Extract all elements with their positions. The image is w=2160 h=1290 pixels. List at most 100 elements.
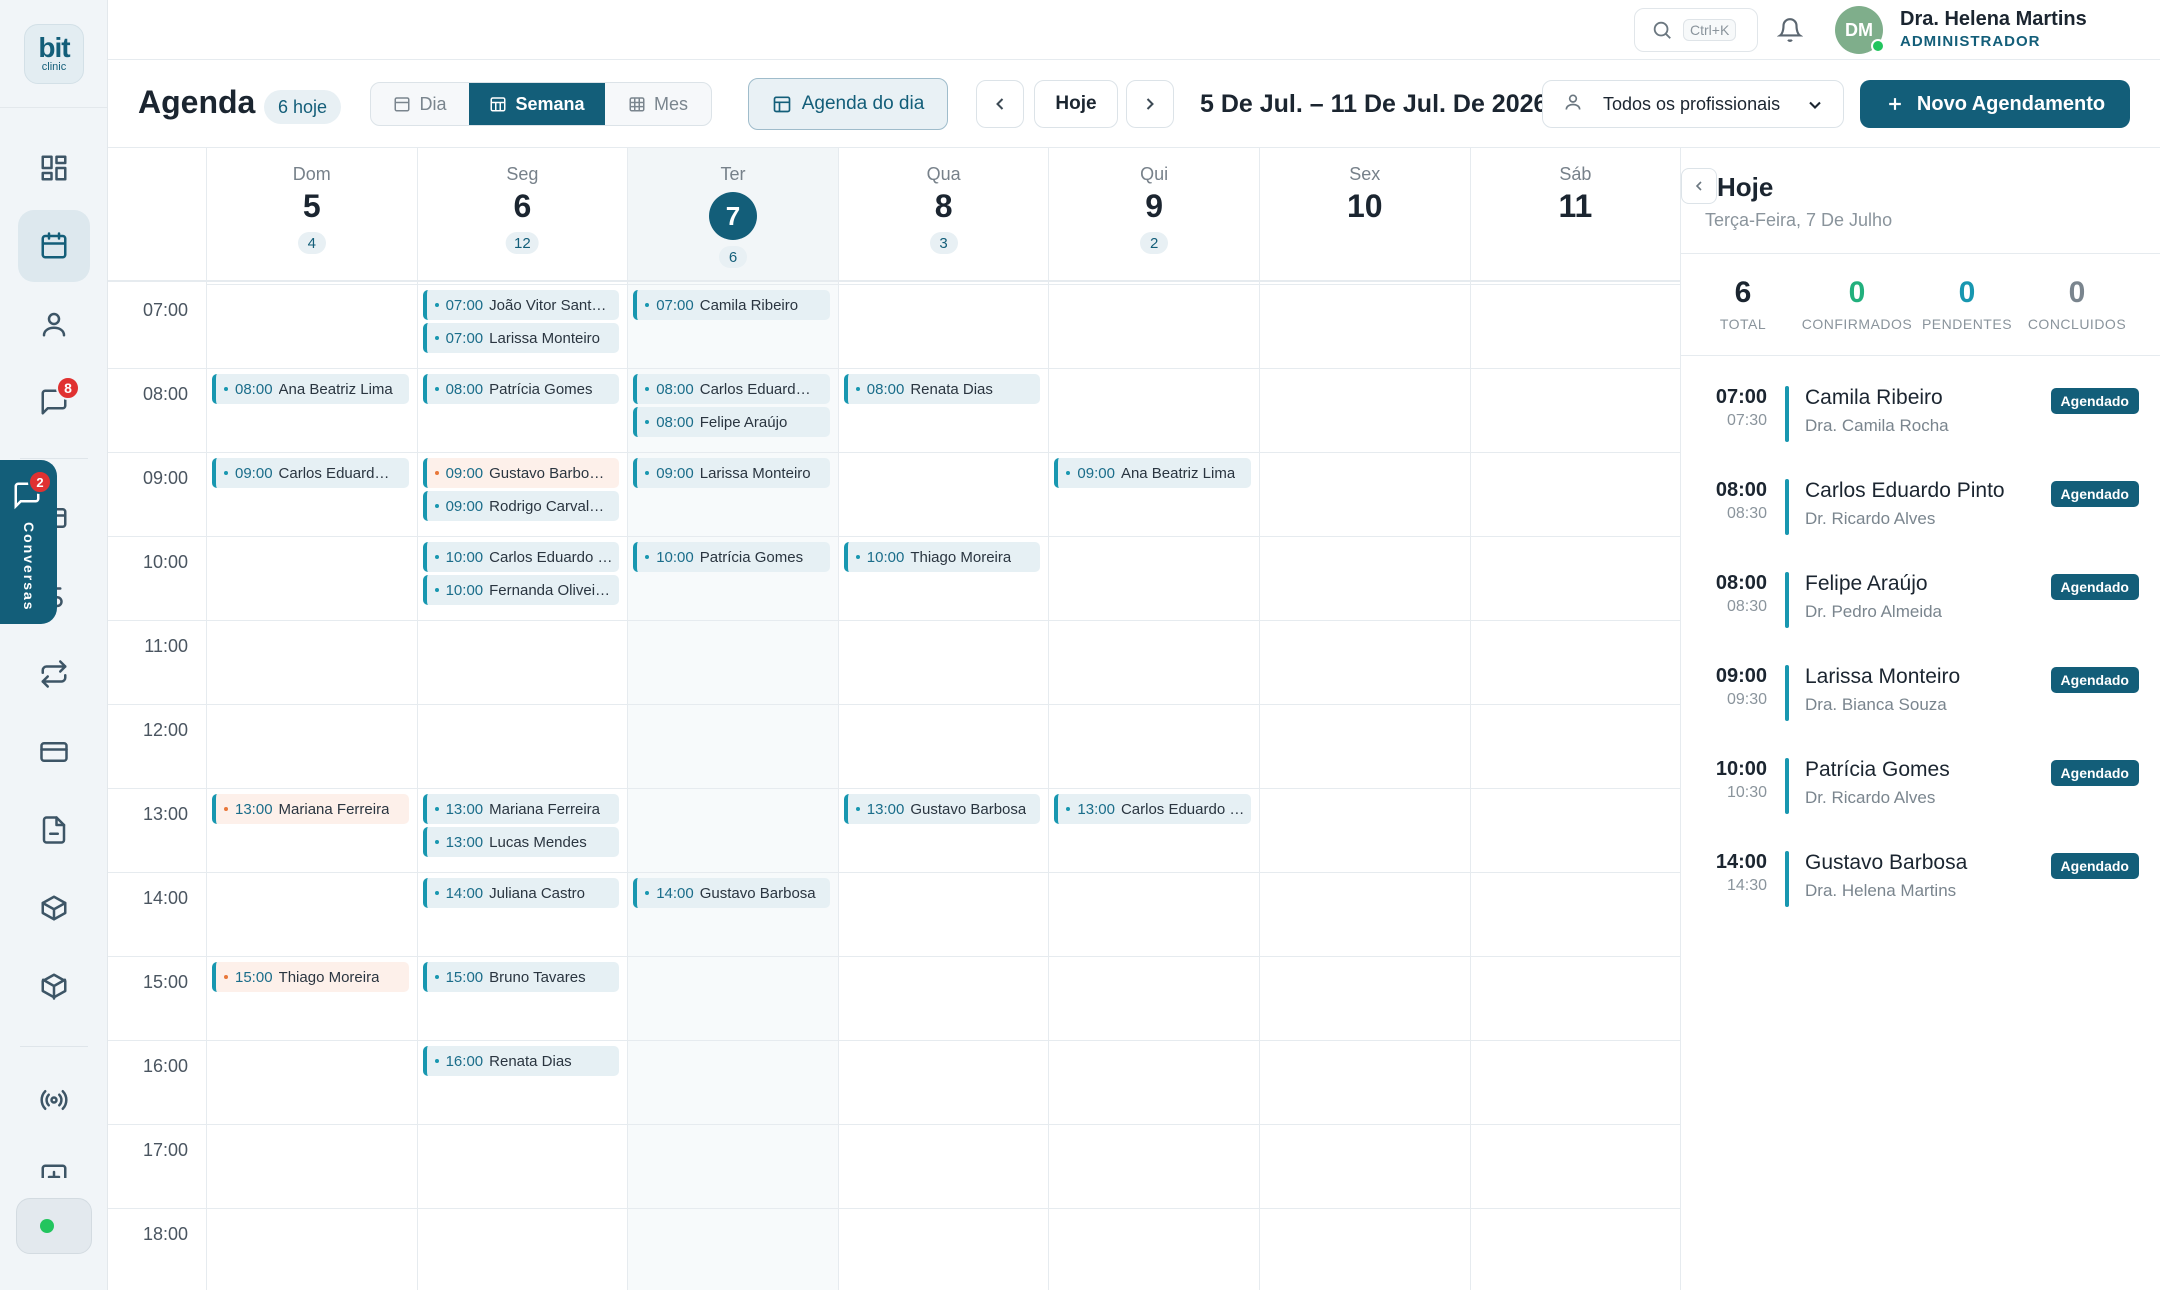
conversas-tab[interactable]: 2 Conversas xyxy=(0,460,57,624)
hour-line xyxy=(108,620,1680,621)
view-dia-button[interactable]: Dia xyxy=(371,83,469,125)
day-name: Ter xyxy=(720,164,746,184)
sidebar-item-documentos[interactable] xyxy=(18,794,90,866)
appointment-event[interactable]: 13:00 Mariana Ferreira xyxy=(212,794,409,824)
hour-line xyxy=(108,368,1680,369)
appointment-event[interactable]: 15:00 Thiago Moreira xyxy=(212,962,409,992)
sidebar-item-pagamentos[interactable] xyxy=(18,716,90,788)
previous-week-button[interactable] xyxy=(976,80,1024,128)
brand-logo[interactable]: bit clinic xyxy=(24,23,84,84)
appointment-event[interactable]: 14:00 Juliana Castro xyxy=(422,878,620,908)
day-header[interactable]: Sex 10 xyxy=(1259,148,1470,282)
date-range-label: 5 De Jul. – 11 De Jul. De 2026 xyxy=(1200,90,1548,118)
appointment-event[interactable]: 15:00 Bruno Tavares xyxy=(422,962,620,992)
event-time: 08:00 xyxy=(656,413,694,431)
appointment-event[interactable]: 09:00 Larissa Monteiro xyxy=(633,458,830,488)
time-label: 12:00 xyxy=(142,720,188,740)
appointment-event[interactable]: 09:00 Rodrigo Carval… xyxy=(422,491,620,521)
appointment-doctor: Dr. Pedro Almeida xyxy=(1805,602,1943,621)
next-week-button[interactable] xyxy=(1126,80,1174,128)
today-appointment-item[interactable]: 07:00 07:30 Camila Ribeiro Dra. Camila Roch… xyxy=(1699,386,2139,446)
event-time: 08:00 xyxy=(445,380,484,398)
chevron-left-icon xyxy=(1695,181,1702,191)
agenda-do-dia-button[interactable]: Agenda do dia xyxy=(748,78,948,130)
view-mes-button[interactable]: Mes xyxy=(605,83,711,125)
today-panel-title: Hoje xyxy=(1717,172,1774,202)
avatar[interactable]: DM xyxy=(1835,6,1885,54)
event-status-dot xyxy=(434,555,439,559)
day-header[interactable]: Sáb 11 xyxy=(1469,148,1680,282)
appointment-event[interactable]: 13:00 Lucas Mendes xyxy=(422,827,620,857)
appointment-event[interactable]: 13:00 Carlos Eduardo … xyxy=(1054,794,1251,824)
search-shortcut: Ctrl+K xyxy=(1683,19,1737,41)
event-patient-name: Camila Ribeiro xyxy=(699,296,799,314)
sidebar-item-integracoes[interactable] xyxy=(18,1064,90,1136)
day-header[interactable]: Qua 8 3 xyxy=(837,148,1049,282)
event-patient-name: Mariana Ferreira xyxy=(489,800,601,818)
sidebar-item-more[interactable] xyxy=(18,1142,90,1178)
sidebar-item-dashboard[interactable] xyxy=(18,132,90,204)
appointment-event[interactable]: 16:00 Renata Dias xyxy=(422,1046,620,1076)
appointment-event[interactable]: 09:00 Ana Beatriz Lima xyxy=(1054,458,1251,488)
professional-filter-select[interactable]: Todos os profissionais xyxy=(1542,80,1844,128)
appointment-event[interactable]: 08:00 Carlos Eduard… xyxy=(633,374,830,404)
stat-concluidos: 0 CONCLUIDOS xyxy=(2019,276,2135,332)
package-icon xyxy=(41,973,67,1000)
new-appointment-button[interactable]: Novo Agendamento xyxy=(1860,80,2130,128)
appointment-event[interactable]: 07:00 João Vitor Sant… xyxy=(422,290,620,320)
today-appointment-item[interactable]: 10:00 10:30 Patrícia Gomes Dr. Ricardo Alve… xyxy=(1699,758,2139,818)
credit-card-icon xyxy=(40,742,68,762)
appointment-event[interactable]: 10:00 Patrícia Gomes xyxy=(633,542,830,572)
notifications-button[interactable] xyxy=(1772,12,1808,48)
view-semana-button[interactable]: Semana xyxy=(469,83,605,125)
event-status-dot xyxy=(434,336,439,340)
appointment-patient: Camila Ribeiro xyxy=(1805,386,1943,409)
appointment-event[interactable]: 14:00 Gustavo Barbosa xyxy=(633,878,830,908)
today-appointment-item[interactable]: 09:00 09:30 Larissa Monteiro Dra. Bianca So… xyxy=(1699,665,2139,725)
event-time: 14:00 xyxy=(656,884,694,902)
event-time: 16:00 xyxy=(445,1052,484,1070)
appointment-event[interactable]: 09:00 Gustavo Barbo… xyxy=(422,458,620,488)
sidebar: bit clinic 8 xyxy=(0,0,108,1290)
appointment-event[interactable]: 09:00 Carlos Eduard… xyxy=(212,458,409,488)
day-header[interactable]: Dom 5 4 xyxy=(206,148,417,282)
event-patient-name: Ana Beatriz Lima xyxy=(1120,464,1236,482)
appointment-event[interactable]: 07:00 Larissa Monteiro xyxy=(422,323,620,353)
event-status-dot xyxy=(434,471,439,475)
sidebar-item-transferencias[interactable] xyxy=(18,638,90,710)
sidebar-item-estoque[interactable] xyxy=(18,872,90,944)
appointment-event[interactable]: 08:00 Felipe Araújo xyxy=(633,407,830,437)
appointment-event[interactable]: 10:00 Thiago Moreira xyxy=(843,542,1041,572)
appointment-event[interactable]: 08:00 Ana Beatriz Lima xyxy=(212,374,409,404)
logo-text-top: bit xyxy=(38,31,70,63)
event-time: 13:00 xyxy=(235,800,273,818)
event-patient-name: Felipe Araújo xyxy=(699,413,788,431)
user-name[interactable]: Dra. Helena Martins xyxy=(1900,8,2087,31)
event-time: 09:00 xyxy=(1077,464,1115,482)
appointment-event[interactable]: 10:00 Fernanda Olivei… xyxy=(422,575,620,605)
appointment-event[interactable]: 07:00 Camila Ribeiro xyxy=(633,290,830,320)
day-header[interactable]: Ter 7 6 xyxy=(627,148,838,282)
appointment-event[interactable]: 08:00 Renata Dias xyxy=(843,374,1041,404)
connection-status[interactable] xyxy=(16,1198,92,1254)
day-header[interactable]: Qui 9 2 xyxy=(1048,148,1259,282)
today-appointment-item[interactable]: 08:00 08:30 Felipe Araújo Dr. Pedro Almeida… xyxy=(1699,572,2139,632)
appointment-start-time: 10:00 xyxy=(1715,758,1767,780)
appointment-event[interactable]: 13:00 Gustavo Barbosa xyxy=(843,794,1041,824)
calendar-week-icon xyxy=(490,97,506,112)
today-button[interactable]: Hoje xyxy=(1034,80,1118,128)
appointment-event[interactable]: 13:00 Mariana Ferreira xyxy=(422,794,620,824)
sidebar-item-pacientes[interactable] xyxy=(18,288,90,360)
appointment-start-time: 07:00 xyxy=(1715,386,1767,408)
event-patient-name: Larissa Monteiro xyxy=(489,329,601,347)
day-header[interactable]: Seg 6 12 xyxy=(416,148,628,282)
collapse-panel-button[interactable] xyxy=(1681,168,1717,204)
sidebar-item-agenda[interactable] xyxy=(18,210,90,282)
today-appointment-item[interactable]: 14:00 14:30 Gustavo Barbosa Dra. Helena Mar… xyxy=(1699,851,2139,911)
sidebar-item-mensagens[interactable]: 8 xyxy=(18,366,90,438)
sidebar-item-produtos[interactable] xyxy=(18,950,90,1022)
today-appointment-item[interactable]: 08:00 08:30 Carlos Eduardo Pinto Dr. Ricard… xyxy=(1699,479,2139,539)
appointment-event[interactable]: 08:00 Patrícia Gomes xyxy=(422,374,620,404)
appointment-event[interactable]: 10:00 Carlos Eduardo … xyxy=(422,542,620,572)
search-button[interactable]: Ctrl+K xyxy=(1634,8,1758,52)
